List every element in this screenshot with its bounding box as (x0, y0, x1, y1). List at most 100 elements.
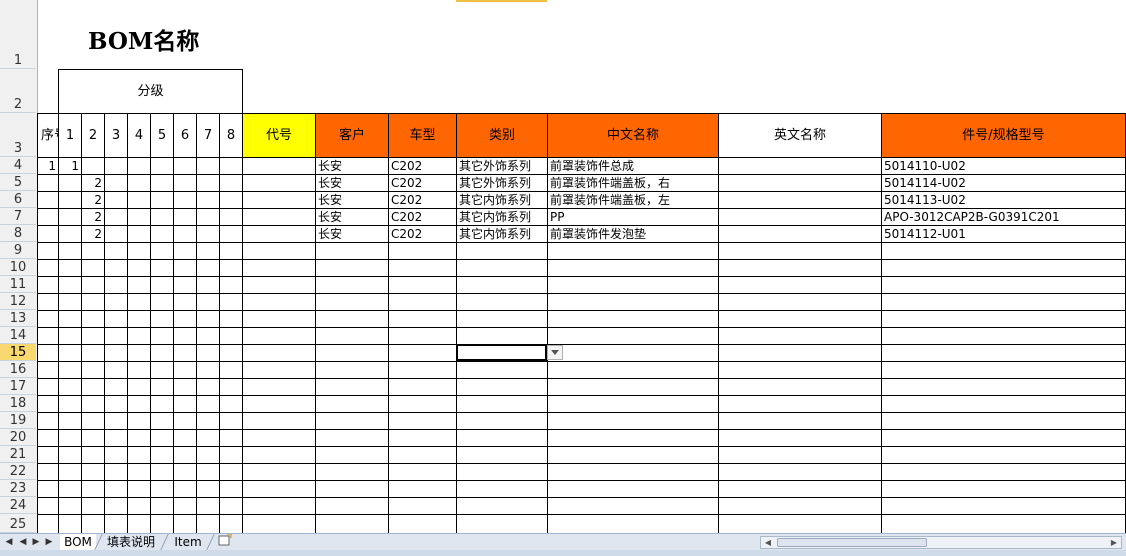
table-cell[interactable]: 5014110-U02 (881, 157, 1126, 175)
table-cell[interactable] (196, 378, 220, 396)
table-cell[interactable] (196, 497, 220, 515)
table-cell[interactable] (173, 310, 197, 328)
table-cell[interactable] (718, 344, 882, 362)
table-cell[interactable] (718, 361, 882, 379)
table-cell[interactable] (242, 242, 316, 260)
table-cell[interactable] (37, 514, 59, 533)
level-header[interactable]: 8 (219, 113, 243, 158)
table-cell[interactable] (58, 208, 82, 226)
table-cell[interactable]: 长安 (315, 174, 389, 192)
table-cell[interactable] (127, 174, 151, 192)
table-cell[interactable] (127, 514, 151, 533)
row-number[interactable]: 3 (0, 113, 36, 157)
table-cell[interactable] (881, 412, 1126, 430)
table-cell[interactable] (219, 276, 243, 294)
table-cell[interactable] (81, 497, 105, 515)
table-cell[interactable] (173, 412, 197, 430)
row-number[interactable]: 23 (0, 480, 36, 497)
table-cell[interactable] (219, 429, 243, 447)
table-cell[interactable] (196, 191, 220, 209)
table-cell[interactable] (58, 514, 82, 533)
table-cell[interactable] (547, 497, 719, 515)
table-cell[interactable] (58, 378, 82, 396)
table-cell[interactable]: 长安 (315, 191, 389, 209)
table-cell[interactable] (81, 344, 105, 362)
table-cell[interactable] (219, 446, 243, 464)
table-cell[interactable] (196, 242, 220, 260)
table-cell[interactable] (242, 276, 316, 294)
table-cell[interactable] (37, 327, 59, 345)
table-cell[interactable] (127, 276, 151, 294)
table-cell[interactable] (547, 480, 719, 498)
table-cell[interactable]: 其它内饰系列 (456, 191, 548, 209)
table-cell[interactable] (315, 276, 389, 294)
table-cell[interactable] (456, 463, 548, 481)
table-cell[interactable] (127, 208, 151, 226)
cn-name-header[interactable]: 中文名称 (547, 113, 719, 158)
table-cell[interactable]: C202 (388, 208, 457, 226)
table-cell[interactable]: 前罩装饰件发泡垫 (547, 225, 719, 243)
table-cell[interactable] (388, 429, 457, 447)
row-number[interactable]: 24 (0, 497, 36, 514)
table-cell[interactable] (173, 174, 197, 192)
table-cell[interactable] (104, 259, 128, 277)
row-number[interactable]: 6 (0, 191, 36, 208)
part-no-header[interactable]: 件号/规格型号 (881, 113, 1126, 158)
table-cell[interactable] (718, 395, 882, 413)
table-cell[interactable] (58, 497, 82, 515)
row-number[interactable]: 4 (0, 157, 36, 174)
table-cell[interactable] (37, 480, 59, 498)
table-cell[interactable] (242, 463, 316, 481)
table-cell[interactable] (196, 225, 220, 243)
table-cell[interactable] (219, 412, 243, 430)
table-cell[interactable] (388, 344, 457, 362)
table-cell[interactable] (81, 276, 105, 294)
table-cell[interactable] (173, 480, 197, 498)
table-cell[interactable] (718, 259, 882, 277)
table-cell[interactable] (173, 191, 197, 209)
table-cell[interactable] (388, 497, 457, 515)
table-cell[interactable] (718, 174, 882, 192)
table-cell[interactable] (315, 344, 389, 362)
table-cell[interactable] (718, 225, 882, 243)
table-cell[interactable] (547, 361, 719, 379)
category-header[interactable]: 类别 (456, 113, 548, 158)
table-cell[interactable] (242, 497, 316, 515)
table-cell[interactable] (37, 259, 59, 277)
table-cell[interactable] (104, 157, 128, 175)
table-cell[interactable] (81, 412, 105, 430)
table-cell[interactable]: 5014114-U02 (881, 174, 1126, 192)
table-cell[interactable] (456, 429, 548, 447)
row-number[interactable]: 18 (0, 395, 36, 412)
table-cell[interactable] (104, 378, 128, 396)
table-cell[interactable] (547, 276, 719, 294)
table-cell[interactable]: 前罩装饰件端盖板，右 (547, 174, 719, 192)
table-cell[interactable] (173, 327, 197, 345)
table-cell[interactable]: 1 (37, 157, 59, 175)
table-cell[interactable] (242, 208, 316, 226)
table-cell[interactable] (718, 191, 882, 209)
table-cell[interactable]: 其它内饰系列 (456, 208, 548, 226)
table-cell[interactable]: 其它外饰系列 (456, 157, 548, 175)
level-header[interactable]: 4 (127, 113, 151, 158)
code-header[interactable]: 代号 (242, 113, 316, 158)
bom-table[interactable]: 分级 序号 12345678代号客户车型类别中文名称英文名称件号/规格型号 11… (37, 69, 1126, 533)
table-cell[interactable] (881, 446, 1126, 464)
row-header[interactable]: 1 2 3 4 5 6 7 8 9 10 11 12 13 14 15 16 17 18 19 20 21 22 23 24 2… (0, 0, 38, 533)
table-cell[interactable] (104, 344, 128, 362)
table-cell[interactable] (242, 225, 316, 243)
table-cell[interactable] (127, 378, 151, 396)
table-cell[interactable] (173, 157, 197, 175)
table-cell[interactable] (388, 378, 457, 396)
table-cell[interactable] (242, 174, 316, 192)
table-cell[interactable] (37, 293, 59, 311)
table-cell[interactable] (547, 327, 719, 345)
table-cell[interactable] (150, 395, 174, 413)
table-cell[interactable] (456, 378, 548, 396)
table-cell[interactable] (104, 276, 128, 294)
table-cell[interactable] (456, 446, 548, 464)
table-cell[interactable] (58, 225, 82, 243)
table-cell[interactable] (127, 395, 151, 413)
table-cell[interactable] (881, 429, 1126, 447)
table-cell[interactable] (104, 327, 128, 345)
